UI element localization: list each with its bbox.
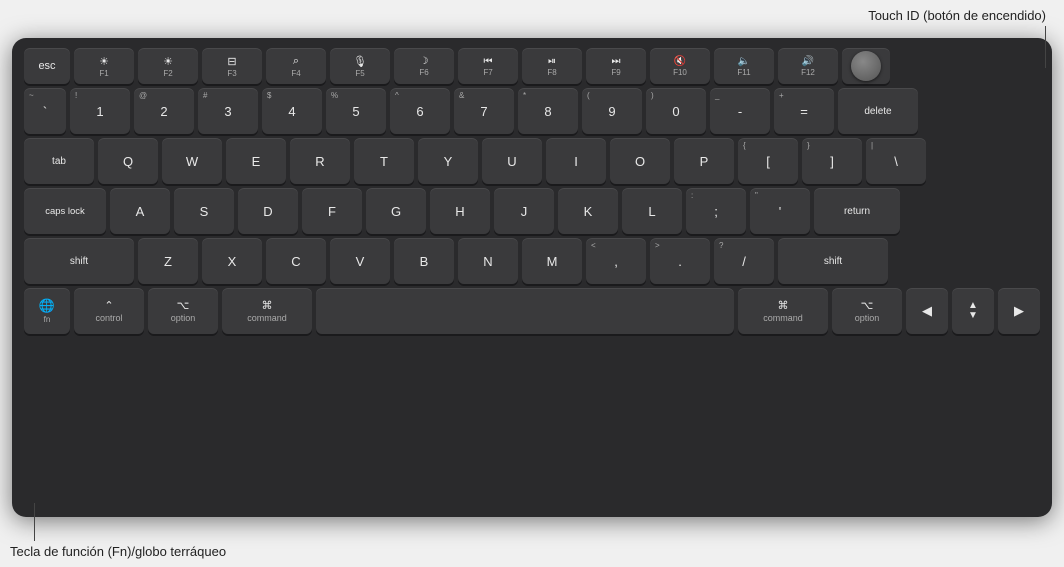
key-h[interactable]: H (430, 188, 490, 234)
key-i[interactable]: I (546, 138, 606, 184)
key-arrow-up-down[interactable]: ▲ ▼ (952, 288, 994, 334)
key-w[interactable]: W (162, 138, 222, 184)
key-o[interactable]: O (610, 138, 670, 184)
key-space[interactable] (316, 288, 734, 334)
key-f11[interactable]: 🔈 F11 (714, 48, 774, 84)
bottom-row: 🌐 fn ⌃ control ⌥ option ⌘ command ⌘ comm… (24, 288, 1040, 334)
key-period[interactable]: > . (650, 238, 710, 284)
key-shift-left[interactable]: shift (24, 238, 134, 284)
key-5[interactable]: % 5 (326, 88, 386, 134)
key-backtick[interactable]: ~ ` (24, 88, 66, 134)
key-command-left[interactable]: ⌘ command (222, 288, 312, 334)
key-2[interactable]: @ 2 (134, 88, 194, 134)
key-e[interactable]: E (226, 138, 286, 184)
key-bracket-open[interactable]: { [ (738, 138, 798, 184)
key-quote[interactable]: " ' (750, 188, 810, 234)
key-arrow-left[interactable]: ◀ (906, 288, 948, 334)
key-minus[interactable]: _ - (710, 88, 770, 134)
key-t[interactable]: T (354, 138, 414, 184)
key-equals[interactable]: + = (774, 88, 834, 134)
key-n[interactable]: N (458, 238, 518, 284)
key-f12[interactable]: 🔊 F12 (778, 48, 838, 84)
key-7[interactable]: & 7 (454, 88, 514, 134)
key-control[interactable]: ⌃ control (74, 288, 144, 334)
key-l[interactable]: L (622, 188, 682, 234)
key-f2[interactable]: ☀ F2 (138, 48, 198, 84)
touch-id-circle (851, 51, 881, 81)
key-v[interactable]: V (330, 238, 390, 284)
key-q[interactable]: Q (98, 138, 158, 184)
key-f4[interactable]: ⌕ F4 (266, 48, 326, 84)
key-shift-right[interactable]: shift (778, 238, 888, 284)
key-9[interactable]: ( 9 (582, 88, 642, 134)
key-bracket-close[interactable]: } ] (802, 138, 862, 184)
key-option-left[interactable]: ⌥ option (148, 288, 218, 334)
keyboard: esc ☀ F1 ☀ F2 ⊟ F3 ⌕ F4 🎙 F5 ☽ F6 ⏮ F7 (12, 38, 1052, 517)
qwerty-row: tab Q W E R T Y U I O P { [ } ] | \ (24, 138, 1040, 184)
key-f5[interactable]: 🎙 F5 (330, 48, 390, 84)
fn-globe-annotation: Tecla de función (Fn)/globo terráqueo (10, 544, 226, 559)
key-option-right[interactable]: ⌥ option (832, 288, 902, 334)
key-r[interactable]: R (290, 138, 350, 184)
key-a[interactable]: A (110, 188, 170, 234)
key-3[interactable]: # 3 (198, 88, 258, 134)
number-row: ~ ` ! 1 @ 2 # 3 $ 4 % 5 ^ 6 & 7 (24, 88, 1040, 134)
key-esc[interactable]: esc (24, 48, 70, 84)
key-g[interactable]: G (366, 188, 426, 234)
key-return[interactable]: return (814, 188, 900, 234)
key-command-right[interactable]: ⌘ command (738, 288, 828, 334)
key-f10[interactable]: 🔇 F10 (650, 48, 710, 84)
key-f9[interactable]: ⏭ F9 (586, 48, 646, 84)
key-x[interactable]: X (202, 238, 262, 284)
key-m[interactable]: M (522, 238, 582, 284)
touch-id-annotation: Touch ID (botón de encendido) (868, 8, 1046, 23)
key-comma[interactable]: < , (586, 238, 646, 284)
key-6[interactable]: ^ 6 (390, 88, 450, 134)
fn-row: esc ☀ F1 ☀ F2 ⊟ F3 ⌕ F4 🎙 F5 ☽ F6 ⏮ F7 (24, 48, 1040, 84)
key-delete[interactable]: delete (838, 88, 918, 134)
key-j[interactable]: J (494, 188, 554, 234)
key-8[interactable]: * 8 (518, 88, 578, 134)
key-semicolon[interactable]: : ; (686, 188, 746, 234)
key-z[interactable]: Z (138, 238, 198, 284)
key-c[interactable]: C (266, 238, 326, 284)
key-f3[interactable]: ⊟ F3 (202, 48, 262, 84)
key-p[interactable]: P (674, 138, 734, 184)
key-k[interactable]: K (558, 188, 618, 234)
asdf-row: caps lock A S D F G H J K L : ; " ' retu… (24, 188, 1040, 234)
key-arrow-right[interactable]: ▶ (998, 288, 1040, 334)
key-backslash[interactable]: | \ (866, 138, 926, 184)
zxcv-row: shift Z X C V B N M < , > . ? / shift (24, 238, 1040, 284)
key-f1[interactable]: ☀ F1 (74, 48, 134, 84)
key-f[interactable]: F (302, 188, 362, 234)
key-4[interactable]: $ 4 (262, 88, 322, 134)
key-d[interactable]: D (238, 188, 298, 234)
key-1[interactable]: ! 1 (70, 88, 130, 134)
key-y[interactable]: Y (418, 138, 478, 184)
key-caps-lock[interactable]: caps lock (24, 188, 106, 234)
key-f7[interactable]: ⏮ F7 (458, 48, 518, 84)
key-touch-id[interactable] (842, 48, 890, 84)
key-slash[interactable]: ? / (714, 238, 774, 284)
key-f6[interactable]: ☽ F6 (394, 48, 454, 84)
key-f8[interactable]: ⏯ F8 (522, 48, 582, 84)
key-tab[interactable]: tab (24, 138, 94, 184)
key-b[interactable]: B (394, 238, 454, 284)
key-u[interactable]: U (482, 138, 542, 184)
key-0[interactable]: ) 0 (646, 88, 706, 134)
key-fn-globe[interactable]: 🌐 fn (24, 288, 70, 334)
key-s[interactable]: S (174, 188, 234, 234)
